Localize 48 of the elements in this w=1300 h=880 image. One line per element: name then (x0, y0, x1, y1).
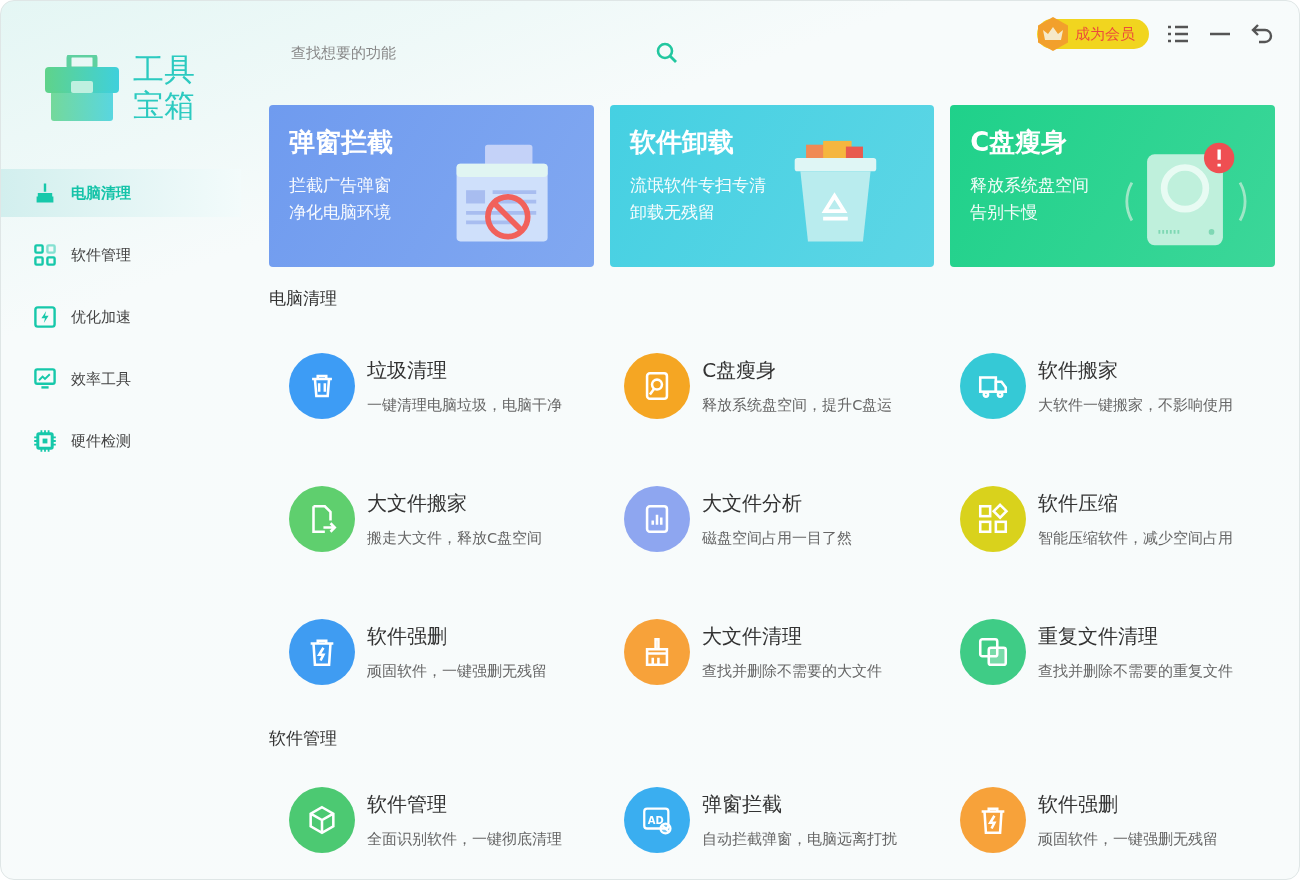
app-title: 工具宝箱 (133, 52, 195, 124)
chip-icon (33, 429, 57, 453)
card-text: 流氓软件专扫专清 (629, 174, 766, 197)
card-title: 软件卸载 (629, 126, 735, 159)
tool-name[interactable]: 大文件搬家 (367, 489, 543, 517)
tool-description: 自动拦截弹窗，电脑远离打扰 (702, 829, 898, 849)
section-title: 软件管理 (269, 727, 338, 750)
card-text: 释放系统盘空间 (970, 174, 1090, 197)
tool-description: 大软件一键搬家，不影响使用 (1037, 395, 1233, 415)
search-icon[interactable] (655, 41, 679, 65)
tool-name[interactable]: 弹窗拦截 (702, 790, 898, 818)
tool-name[interactable]: 软件管理 (367, 790, 562, 818)
tool-description: 搬走大文件，释放C盘空间 (367, 528, 543, 548)
sidebar-item[interactable]: 效率工具 (1, 355, 241, 403)
crown-icon (1035, 16, 1071, 52)
card-title: C盘瘦身 (970, 126, 1069, 159)
grid-icon (33, 243, 57, 267)
toolbox-logo-icon (45, 55, 119, 121)
tool-description: 顽固软件，一键强删无残留 (1037, 829, 1218, 849)
lightning-icon (33, 305, 57, 329)
tool-name[interactable]: 软件强删 (1037, 790, 1218, 818)
search-field[interactable]: 查找想要的功能 (289, 43, 655, 63)
tool-description: 释放系统盘空间，提升C盘运 (702, 395, 893, 415)
tool-name[interactable]: 软件搬家 (1037, 356, 1233, 384)
tool-description: 全面识别软件，一键彻底清理 (367, 829, 562, 849)
tool-description: 查找并删除不需要的重复文件 (1037, 661, 1233, 681)
tool-name[interactable]: C盘瘦身 (702, 356, 893, 384)
tool-description: 磁盘空间占用一目了然 (702, 528, 853, 548)
card-text: 告别卡慢 (970, 201, 1040, 224)
section-title: 电脑清理 (269, 287, 338, 310)
tool-name[interactable]: 重复文件清理 (1037, 622, 1233, 650)
card-text: 拦截广告弹窗 (289, 174, 392, 197)
monitor-chart-icon (33, 367, 57, 391)
tool-description: 一键清理电脑垃圾，电脑干净 (367, 395, 562, 415)
tool-name[interactable]: 软件压缩 (1037, 489, 1233, 517)
tool-description: 顽固软件，一键强删无残留 (367, 661, 547, 681)
tool-name[interactable]: 垃圾清理 (367, 356, 562, 384)
card-text: 净化电脑环境 (289, 201, 392, 224)
sidebar-item[interactable]: 硬件检测 (1, 417, 241, 465)
sidebar-item[interactable]: 软件管理 (1, 231, 241, 279)
sidebar-item[interactable]: 优化加速 (1, 293, 241, 341)
card-text: 卸载无残留 (629, 201, 716, 224)
card-title: 弹窗拦截 (289, 126, 393, 159)
tool-description: 查找并删除不需要的大文件 (702, 661, 883, 681)
tool-description: 智能压缩软件，减少空间占用 (1037, 528, 1233, 548)
tool-name[interactable]: 大文件清理 (702, 622, 883, 650)
tool-name[interactable]: 大文件分析 (702, 489, 853, 517)
tool-name[interactable]: 软件强删 (367, 622, 547, 650)
